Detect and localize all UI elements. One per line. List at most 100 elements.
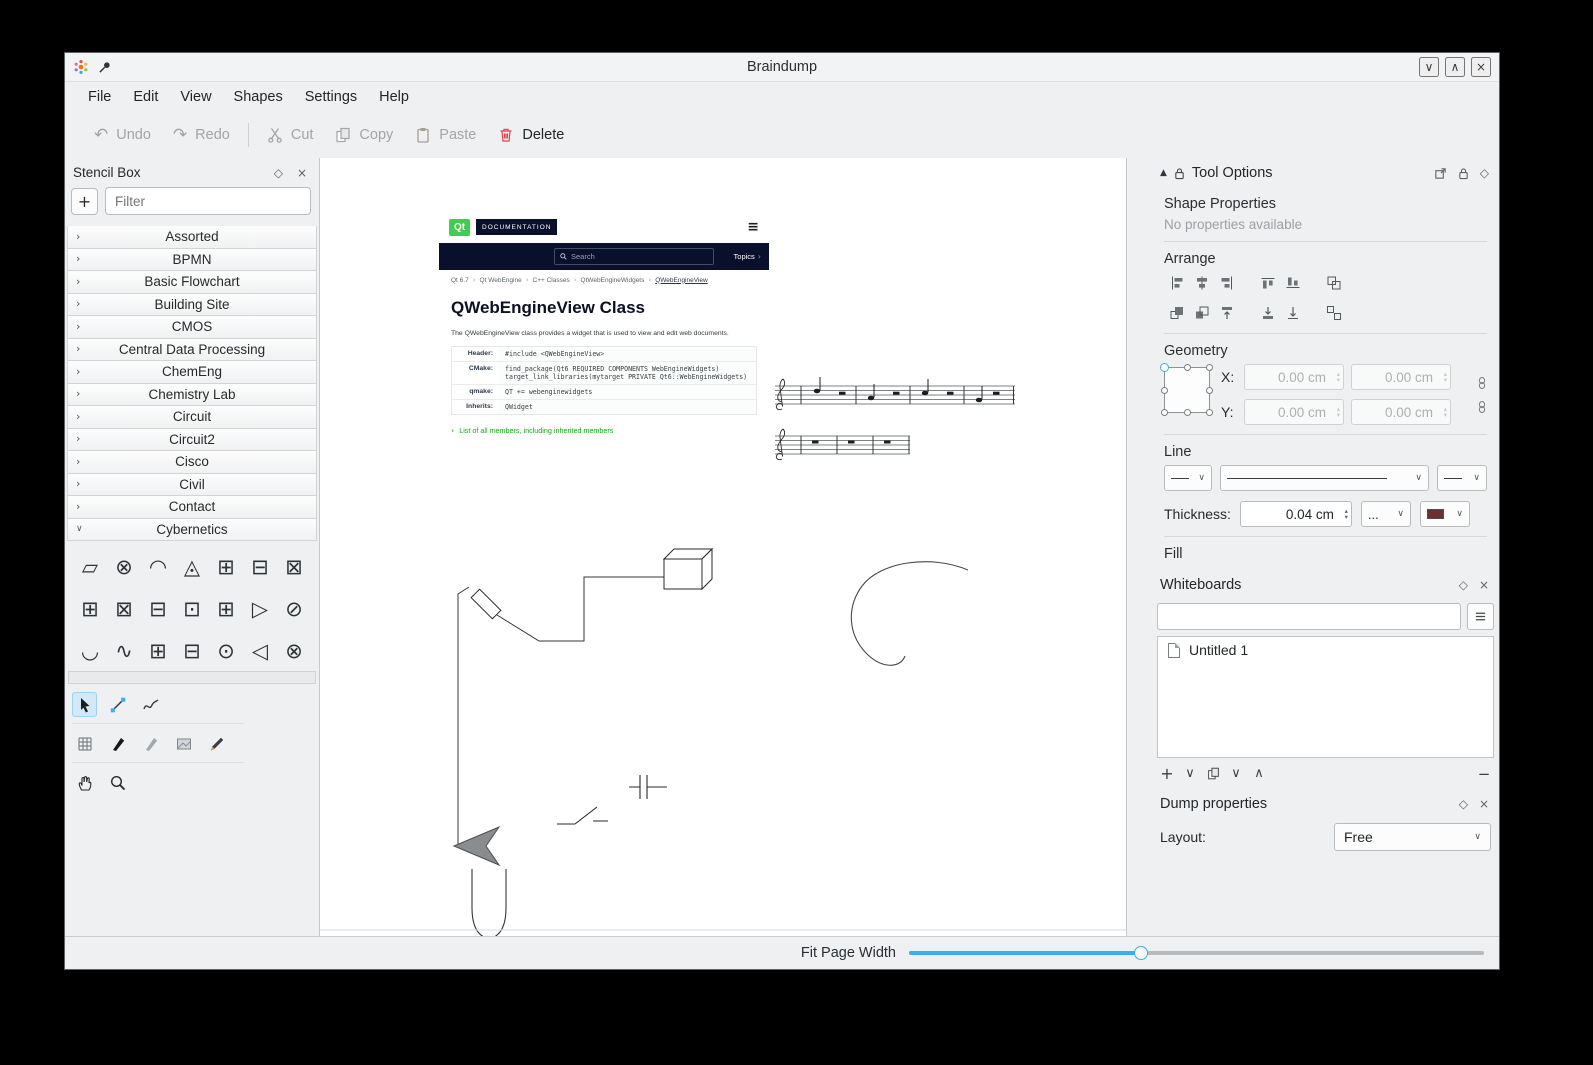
whiteboard-name-input[interactable] — [1157, 603, 1461, 630]
stencil-shape[interactable]: ⊟ — [141, 588, 175, 630]
menu-item[interactable]: Help — [368, 85, 420, 109]
select-tool[interactable] — [72, 692, 97, 717]
copy-button[interactable]: Copy — [324, 118, 404, 152]
stencil-category[interactable]: › Central Data Processing — [67, 339, 317, 362]
x-position-field[interactable]: 0.00 cm▴▾ — [1244, 364, 1344, 390]
bullet-shape[interactable] — [472, 869, 506, 936]
whiteboards-float-icon[interactable]: ◇ — [1457, 578, 1470, 592]
redo-button[interactable]: ↷ Redo — [162, 118, 241, 152]
s-curve-shape[interactable] — [851, 562, 968, 666]
stencil-shape[interactable]: ◠ — [141, 546, 175, 588]
collapse-icon[interactable]: ▲ — [1160, 168, 1167, 178]
stencil-shape[interactable]: ⊞ — [209, 588, 243, 630]
zoom-mode-label[interactable]: Fit Page Width — [801, 945, 896, 961]
move-whiteboard-up-button[interactable]: ∧ — [1252, 766, 1266, 781]
stencil-shape[interactable]: ⊗ — [107, 546, 141, 588]
switch-shape[interactable] — [557, 807, 608, 824]
stencil-shape[interactable]: ⊞ — [73, 588, 107, 630]
dump-float-icon[interactable]: ◇ — [1457, 797, 1470, 811]
line-end-marker-select[interactable]: ∨ — [1437, 465, 1487, 491]
zoom-slider[interactable] — [909, 945, 1484, 961]
stencil-shape[interactable]: ∿ — [107, 630, 141, 669]
float-icon[interactable]: ◇ — [1478, 166, 1491, 180]
stencil-shape[interactable]: ⊞ — [141, 630, 175, 669]
music-staff-2[interactable] — [775, 429, 910, 460]
add-stencil-button[interactable]: + — [71, 188, 98, 215]
chain-link-icon[interactable] — [1477, 377, 1487, 389]
whiteboards-close-icon[interactable]: × — [1477, 578, 1491, 592]
box-3d-shape[interactable] — [664, 549, 712, 589]
y-position-field[interactable]: 0.00 cm▴▾ — [1244, 399, 1344, 425]
stencil-shape[interactable]: ⊟ — [243, 546, 277, 588]
stencil-category[interactable]: › Basic Flowchart — [67, 271, 317, 294]
position-anchor-widget[interactable] — [1164, 367, 1210, 413]
line-style-select[interactable]: ∨ — [1220, 465, 1429, 491]
thickness-spinbox[interactable]: 0.04 cm▴▾ — [1240, 501, 1352, 527]
anchor-top-left[interactable] — [1160, 363, 1169, 372]
lower-shape-button[interactable] — [1189, 302, 1214, 324]
pan-tool[interactable] — [72, 770, 97, 795]
stencil-shape[interactable]: ⊗ — [277, 630, 311, 669]
dump-close-icon[interactable]: × — [1477, 797, 1491, 811]
align-bottom-button[interactable] — [1280, 272, 1305, 294]
send-to-back-button[interactable] — [1255, 302, 1280, 324]
pencil-tool[interactable] — [204, 731, 229, 756]
gradient-tool[interactable] — [138, 731, 163, 756]
align-top-button[interactable] — [1255, 272, 1280, 294]
music-staff-1[interactable] — [775, 377, 1015, 410]
stencil-shape[interactable]: ⊞ — [209, 546, 243, 588]
stencil-shape[interactable]: ⊠ — [277, 546, 311, 588]
stencil-category[interactable]: › Civil — [67, 474, 317, 497]
pattern-tool[interactable] — [171, 731, 196, 756]
add-whiteboard-menu-icon[interactable]: ∨ — [1183, 766, 1197, 781]
delete-button[interactable]: Delete — [487, 118, 575, 152]
shade-button[interactable]: ∨ — [1419, 57, 1439, 77]
panel-lock-icon[interactable] — [1456, 167, 1471, 180]
line-start-marker-select[interactable]: ∨ — [1164, 465, 1212, 491]
group-shapes-button[interactable] — [1321, 272, 1346, 294]
paste-button[interactable]: Paste — [404, 118, 487, 152]
stencil-float-icon[interactable]: ◇ — [272, 166, 285, 180]
stencil-category[interactable]: › Assorted — [67, 226, 317, 249]
height-field[interactable]: 0.00 cm▴▾ — [1351, 399, 1451, 425]
stencil-shape[interactable]: ⊟ — [175, 630, 209, 669]
grid-tool[interactable] — [72, 731, 97, 756]
stencil-shape[interactable]: ⊙ — [209, 630, 243, 669]
move-whiteboard-down-button[interactable]: ∨ — [1229, 766, 1243, 781]
menu-item[interactable]: Shapes — [223, 85, 294, 109]
ungroup-shapes-button[interactable] — [1321, 302, 1346, 324]
stencil-filter-input[interactable] — [105, 187, 311, 215]
add-whiteboard-button[interactable]: + — [1160, 764, 1174, 783]
capacitor-shape[interactable] — [629, 775, 667, 799]
zoom-tool[interactable] — [105, 770, 130, 795]
calligraphy-tool[interactable] — [105, 731, 130, 756]
lock-icon[interactable] — [1174, 167, 1185, 180]
freehand-path-tool[interactable] — [138, 692, 163, 717]
stencil-category[interactable]: › Chemistry Lab — [67, 384, 317, 407]
duplicate-whiteboard-button[interactable] — [1206, 767, 1220, 780]
align-left-button[interactable] — [1164, 272, 1189, 294]
stencil-category[interactable]: › ChemEng — [67, 361, 317, 384]
menu-item[interactable]: File — [77, 85, 122, 109]
stencil-shape[interactable]: ◁ — [243, 630, 277, 669]
stencil-category[interactable]: › Circuit2 — [67, 429, 317, 452]
maximize-button[interactable]: ∧ — [1445, 57, 1465, 77]
stencil-close-icon[interactable]: × — [295, 166, 309, 180]
whiteboard-canvas[interactable]: Qt DOCUMENTATION ≡ Search Topics › — [320, 158, 1127, 936]
panel-splitter[interactable] — [1127, 158, 1152, 936]
line-more-options-button[interactable]: ...∨ — [1361, 501, 1411, 527]
stencil-shape[interactable]: ⊠ — [107, 588, 141, 630]
whiteboard-list-options-button[interactable] — [1467, 603, 1494, 630]
zoom-slider-handle[interactable] — [1134, 946, 1148, 960]
menu-item[interactable]: Edit — [122, 85, 169, 109]
layout-select[interactable]: Free ∨ — [1334, 823, 1491, 851]
chain-link-icon[interactable] — [1477, 401, 1487, 413]
raise-shape-button[interactable] — [1164, 302, 1189, 324]
stencil-shape[interactable]: ⊘ — [277, 588, 311, 630]
cut-button[interactable]: Cut — [256, 118, 325, 152]
connector-tool[interactable] — [105, 692, 130, 717]
undo-button[interactable]: ↶ Undo — [83, 118, 162, 152]
line-color-button[interactable]: ∨ — [1420, 501, 1470, 527]
stencil-shape[interactable]: ◬ — [175, 546, 209, 588]
width-field[interactable]: 0.00 cm▴▾ — [1351, 364, 1451, 390]
